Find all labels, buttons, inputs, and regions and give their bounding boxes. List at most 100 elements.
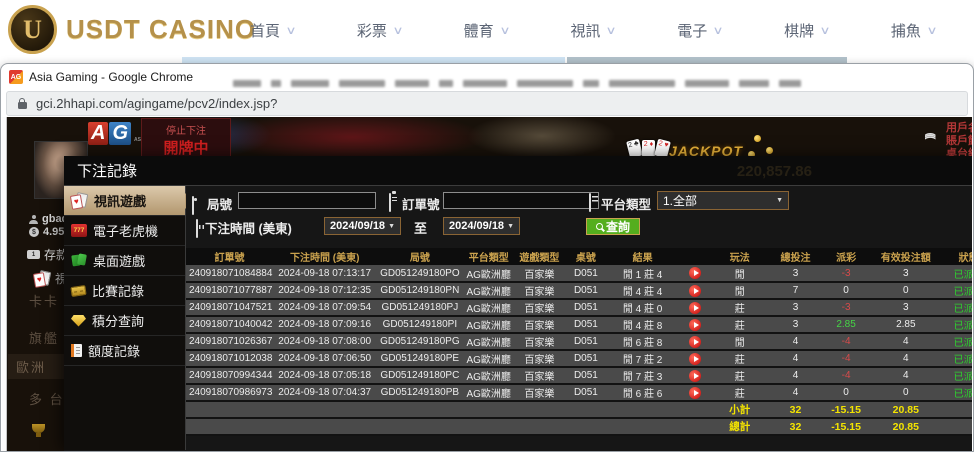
nav-item-label: 視訊 xyxy=(570,20,600,41)
nav-item[interactable]: 首頁∨ xyxy=(250,20,295,41)
ag-favicon-icon: AG xyxy=(9,70,23,84)
platform-select[interactable]: 1.全部 ▼ xyxy=(657,191,789,210)
cell-bet: 4 xyxy=(767,350,824,367)
sidebar-item-doc[interactable]: 額度記錄 xyxy=(64,336,185,366)
cell-game: 百家樂 xyxy=(514,333,565,350)
cell-game xyxy=(514,418,565,435)
date-to-select[interactable]: 2024/09/18 ▼ xyxy=(443,217,520,235)
cell-result xyxy=(607,401,678,418)
cell-result: 閒 4 莊 8 xyxy=(607,316,678,333)
cell-bet: 32 xyxy=(767,418,824,435)
nav-item[interactable]: 體育 ∨ xyxy=(464,20,509,41)
screen: U USDT CASINO 首頁∨ 彩票∨ 體育 ∨ 視訊 ∨ 電子∨ 棋牌∨ 捕魚∨ AG A… xyxy=(0,0,974,452)
replay-button[interactable] xyxy=(689,387,701,399)
balance-value: 4.95 xyxy=(43,226,64,238)
table-row: 2409180709869732024-09-18 07:04:37GD0512… xyxy=(186,384,972,401)
video-games-tab-bg[interactable]: 視 xyxy=(34,270,67,287)
cell-game: 百家樂 xyxy=(514,299,565,316)
sidebar-item-gem[interactable]: 積分查詢 xyxy=(64,306,185,336)
url-text: gci.2hhapi.com/agingame/pcv2/index.jsp? xyxy=(36,96,277,111)
cell-table_no: D051 xyxy=(565,350,608,367)
column-header: 總投注 xyxy=(767,248,824,265)
sidebar-item-ticket[interactable]: 比賽記錄 xyxy=(64,276,185,306)
replay-button[interactable] xyxy=(689,353,701,365)
round-number-input[interactable] xyxy=(238,192,376,209)
cell-result: 閒 6 莊 8 xyxy=(607,333,678,350)
doc-icon xyxy=(71,344,82,357)
nav-item[interactable]: 視訊 ∨ xyxy=(570,20,615,41)
order-number-input[interactable] xyxy=(443,192,599,209)
ag-logo-a: A xyxy=(88,122,108,145)
cell-platform: AG歐洲廳 xyxy=(463,350,514,367)
chevron-down-icon: ∨ xyxy=(606,24,617,37)
sidebar-item-cards[interactable]: 視訊遊戲 xyxy=(64,186,185,216)
cell-replay xyxy=(678,299,712,316)
cell-payout: 0 xyxy=(824,384,869,401)
sidebar-item-slot[interactable]: 電子老虎機 xyxy=(64,216,185,246)
cell-platform xyxy=(463,418,514,435)
nav-item[interactable]: 捕魚∨ xyxy=(891,20,936,41)
cell-platform: AG歐洲廳 xyxy=(463,316,514,333)
subtotal-row: 小計32-15.1520.85 xyxy=(186,401,972,418)
deposit-button[interactable]: 1 存款 xyxy=(27,246,68,263)
nav-item[interactable]: 彩票∨ xyxy=(357,20,402,41)
wifi-icon: ((( xyxy=(925,133,937,138)
platform-select-value: 1.全部 xyxy=(663,192,697,209)
lobby-menu-item[interactable]: 卡卡 xyxy=(29,291,59,310)
cell-order: 240918070986973 xyxy=(186,384,273,401)
cell-game: 百家樂 xyxy=(514,282,565,299)
table-row: 2409180710263672024-09-18 07:08:00GD0512… xyxy=(186,333,972,350)
replay-button[interactable] xyxy=(689,319,701,331)
ag-logo-g: G xyxy=(109,122,131,145)
replay-button[interactable] xyxy=(689,336,701,348)
cell-valid: 2.85 xyxy=(868,316,943,333)
table-status-box: 停止下注 開牌中 xyxy=(141,118,231,158)
cell-play: 閒 xyxy=(712,265,767,282)
ambient-glow xyxy=(467,117,617,159)
cell-status xyxy=(943,401,972,418)
modal-title-bar: 下注記錄 220,857.86 xyxy=(64,156,972,186)
cell-status xyxy=(943,418,972,435)
cell-valid: 4 xyxy=(868,350,943,367)
balance-row: $ 4.95 xyxy=(29,226,64,238)
stop-betting-label: 停止下注 xyxy=(142,122,230,137)
cell-result: 閒 4 莊 0 xyxy=(607,299,678,316)
lobby-menu-item[interactable]: 旗艦 xyxy=(29,328,59,347)
nav-item-label: 體育 xyxy=(464,20,494,41)
window-titlebar: AG Asia Gaming - Google Chrome xyxy=(1,64,973,90)
site-logo-letter: U xyxy=(23,15,42,45)
address-bar[interactable]: gci.2hhapi.com/agingame/pcv2/index.jsp? xyxy=(6,91,968,116)
cell-result: 閒 4 莊 4 xyxy=(607,282,678,299)
total-row: 總計32-15.1520.85 xyxy=(186,418,972,435)
cell-bet: 7 xyxy=(767,282,824,299)
cell-replay xyxy=(678,384,712,401)
replay-button[interactable] xyxy=(689,302,701,314)
cell-status: 已派彩 xyxy=(943,333,972,350)
cell-order: 240918071047521 xyxy=(186,299,273,316)
column-header: 平台類型 xyxy=(463,248,514,265)
user-row: gbad xyxy=(29,213,68,225)
site-logo-icon: U xyxy=(8,5,57,54)
column-header: 桌號 xyxy=(565,248,608,265)
opening-cards-label: 開牌中 xyxy=(142,137,230,158)
search-button[interactable]: 查詢 xyxy=(586,218,640,235)
blurred-text-smudge xyxy=(685,80,729,87)
cell-time: 2024-09-18 07:06:50 xyxy=(273,350,376,367)
replay-button[interactable] xyxy=(689,267,701,279)
replay-button[interactable] xyxy=(689,285,701,297)
lobby-menu-item[interactable]: 歐洲 xyxy=(8,354,64,379)
modal-side-menu: 視訊遊戲電子老虎機桌面遊戲比賽記錄積分查詢額度記錄 xyxy=(64,186,186,450)
nav-item[interactable]: 電子∨ xyxy=(677,20,722,41)
table-row: 2409180710475212024-09-18 07:09:54GD0512… xyxy=(186,299,972,316)
jackpot-amount: 220,857.86 xyxy=(737,163,812,180)
chevron-down-icon: ∨ xyxy=(499,24,510,37)
nav-item[interactable]: 棋牌∨ xyxy=(784,20,829,41)
caret-down-icon: ▼ xyxy=(507,223,514,230)
sidebar-item-table[interactable]: 桌面遊戲 xyxy=(64,246,185,276)
replay-button[interactable] xyxy=(689,370,701,382)
lobby-menu-item[interactable]: 多 台 xyxy=(29,389,65,408)
blurred-text-smudge xyxy=(271,80,281,87)
site-logo[interactable]: U USDT CASINO xyxy=(8,5,256,54)
cell-platform: AG歐洲廳 xyxy=(463,384,514,401)
date-from-select[interactable]: 2024/09/18 ▼ xyxy=(324,217,401,235)
